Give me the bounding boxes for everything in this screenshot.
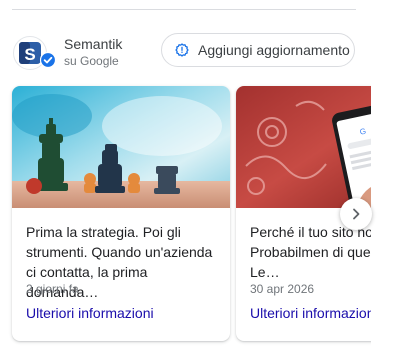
more-info-link[interactable]: Ulteriori informazioni (26, 305, 154, 321)
add-update-button[interactable]: Aggiungi aggiornamento (161, 33, 355, 67)
carousel-clip (371, 80, 400, 352)
next-button[interactable] (340, 198, 372, 230)
more-info-link[interactable]: Ulteriori informazioni (250, 305, 378, 321)
post-card[interactable]: Prima la strategia. Poi gli strumenti. Q… (12, 86, 230, 341)
add-update-label: Aggiungi aggiornamento (198, 42, 350, 58)
business-name: Semantik (64, 36, 123, 52)
business-source: su Google (64, 54, 119, 68)
update-icon (174, 42, 190, 58)
post-date: 2 giorni fa (26, 282, 79, 296)
business-updates-panel: S Semantik su Google Aggiungi aggiorname… (0, 0, 400, 352)
divider (12, 9, 356, 10)
logo-letter: S (24, 45, 35, 64)
verified-icon (39, 51, 57, 69)
chess-photo-image (12, 86, 230, 208)
chevron-right-icon (353, 208, 360, 220)
post-date: 30 apr 2026 (250, 282, 315, 296)
